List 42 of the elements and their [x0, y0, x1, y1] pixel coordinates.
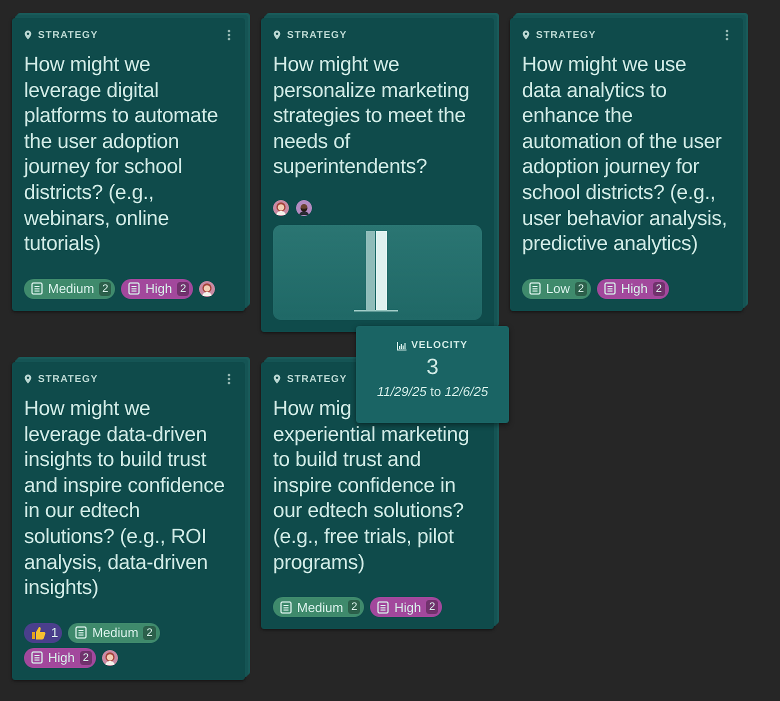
priority-tag[interactable]: Medium 2	[68, 622, 160, 643]
pin-icon	[24, 374, 32, 384]
card-question: How might we personalize marketing strategies to meet the needs of superintendents?	[273, 52, 470, 180]
pin-icon	[24, 30, 32, 40]
document-icon	[128, 282, 140, 296]
category-label: STRATEGY	[287, 374, 348, 384]
priority-tag[interactable]: Low 2	[522, 278, 591, 299]
card-question: How might we leverage data-driven insights to build trust and inspire confidence in our edtech solutions? (e.g., ROI analysis, data-driven insights)	[24, 396, 226, 601]
document-icon	[529, 282, 541, 296]
category-label: STRATEGY	[536, 30, 596, 40]
avatar-icon	[296, 200, 312, 216]
thumbs-up-icon	[31, 626, 46, 640]
priority-tag[interactable]: Medium 2	[273, 597, 364, 618]
document-icon	[31, 651, 43, 664]
avatar-icon	[102, 650, 118, 666]
bar-chart-icon	[397, 340, 408, 350]
avatar-icon	[199, 280, 216, 297]
priority-tag[interactable]: High 2	[121, 278, 194, 299]
card-question: How might we use data analytics to enhance the automation of the user adoption journey for school districts? (e.g., user behavior analysis, predictive analytics)	[522, 52, 728, 257]
pin-icon	[273, 30, 281, 40]
document-icon	[75, 626, 88, 640]
category-label: STRATEGY	[287, 30, 348, 40]
category-label: STRATEGY	[38, 30, 98, 40]
document-icon	[604, 282, 616, 296]
date-range: 11/29/25 to 12/6/25	[376, 384, 488, 399]
card-question: How might we leverage digital platforms to automate the user adoption journey for school districts? (e.g., webinars, online tutorials)	[24, 52, 220, 257]
priority-tag[interactable]: High 2	[24, 648, 96, 668]
document-icon	[377, 600, 390, 614]
pin-icon	[522, 30, 530, 40]
velocity-value: 3	[426, 355, 439, 379]
tooltip-label: VELOCITY	[411, 340, 468, 351]
pin-icon	[273, 374, 281, 384]
vote-tag[interactable]: 1	[24, 622, 62, 643]
card-question: How mig	[273, 396, 352, 422]
priority-tag[interactable]: High 2	[370, 597, 442, 618]
priority-tag[interactable]: High 2	[596, 278, 669, 299]
document-icon	[280, 600, 292, 614]
priority-tag[interactable]: Medium 2	[24, 278, 116, 299]
card-question: experiential marketing to build trust and inspire confidence in our edtech solutions? (e.g., free trials, pilot programs)	[273, 422, 470, 576]
category-label: STRATEGY	[38, 374, 98, 384]
avatar-icon	[273, 200, 289, 216]
document-icon	[31, 282, 43, 296]
